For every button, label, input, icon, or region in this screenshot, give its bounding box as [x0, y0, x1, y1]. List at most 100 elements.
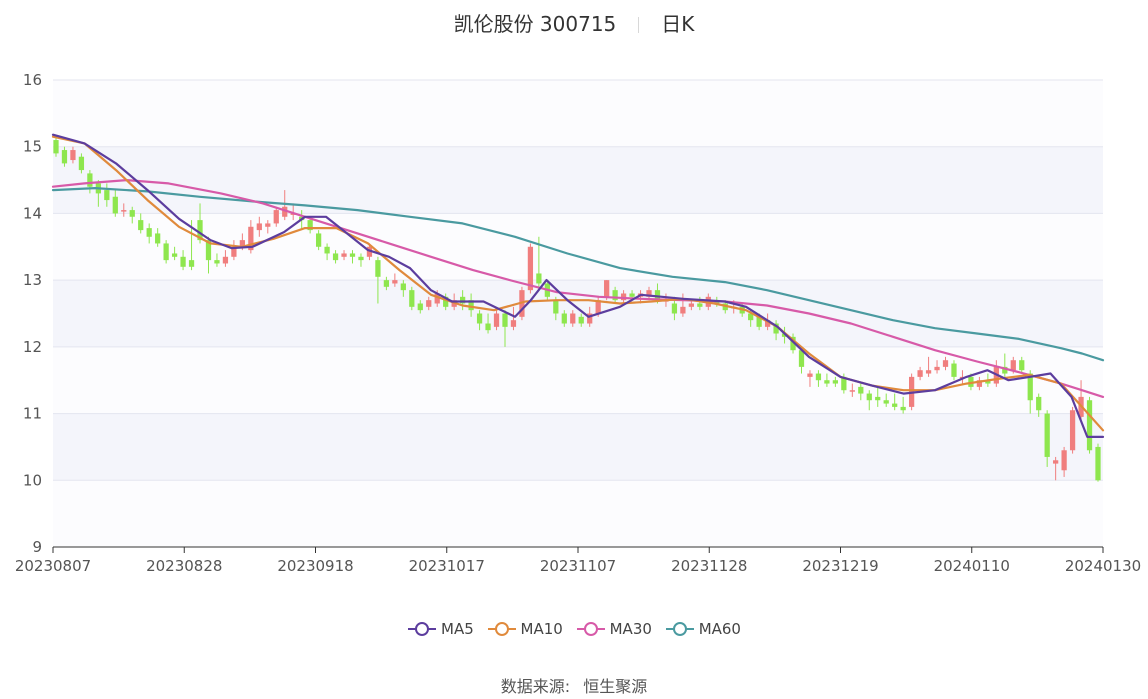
- candle-body: [900, 406, 906, 411]
- candle-body: [315, 233, 322, 247]
- candle-body: [349, 253, 356, 257]
- x-tick-label: 20231107: [540, 557, 616, 575]
- legend-label-ma10: MA10: [520, 620, 563, 638]
- candle-body: [78, 156, 85, 171]
- candle-body: [426, 300, 432, 307]
- candle-body: [265, 223, 271, 227]
- candle-body: [629, 293, 635, 297]
- plot-background: [53, 80, 1103, 547]
- plot-band: [53, 480, 1103, 547]
- candle-body: [375, 260, 381, 277]
- source-label: 数据来源:: [500, 677, 571, 696]
- legend-item-ma60[interactable]: MA60: [665, 620, 741, 638]
- y-tick-label: 9: [32, 538, 42, 556]
- x-tick-label: 20240110: [934, 557, 1010, 575]
- y-tick-label: 12: [23, 338, 42, 356]
- plot-band: [53, 413, 1103, 481]
- candle-body: [383, 280, 390, 287]
- candle-body: [688, 303, 694, 307]
- legend-item-ma5[interactable]: MA5: [407, 620, 474, 638]
- candle-body: [256, 223, 262, 231]
- candle-body: [273, 210, 279, 224]
- x-tick-label: 20231219: [802, 557, 878, 575]
- candle-body: [866, 393, 872, 401]
- x-tick-label: 20230828: [146, 557, 222, 575]
- candle-body: [358, 256, 364, 261]
- y-tick-label: 10: [23, 471, 42, 489]
- candle-body: [697, 303, 703, 307]
- x-tick-label: 20230807: [15, 557, 91, 575]
- data-source: 数据来源: 恒生聚源: [0, 673, 1148, 697]
- candle-body: [341, 253, 347, 257]
- candle-body: [832, 380, 839, 384]
- candle-body: [493, 313, 500, 327]
- candle-body: [332, 253, 339, 261]
- x-tick-label: 20230918: [277, 557, 353, 575]
- legend-item-ma10[interactable]: MA10: [487, 620, 563, 638]
- candle-body: [536, 273, 542, 284]
- legend-marker-icon: [665, 622, 694, 636]
- candle-body: [1019, 360, 1025, 371]
- candle-body: [121, 210, 127, 212]
- candle-body: [409, 290, 415, 307]
- y-tick-label: 11: [23, 405, 42, 423]
- legend: MA5 MA10 MA30 MA60: [0, 620, 1148, 641]
- candle-body: [849, 390, 855, 392]
- candle-body: [917, 370, 923, 377]
- candle-body: [1010, 360, 1016, 371]
- candle-body: [942, 360, 949, 367]
- candle-body: [214, 260, 220, 264]
- candle-body: [1061, 450, 1067, 471]
- x-tick-label: 20231017: [409, 557, 485, 575]
- candle-body: [1095, 446, 1101, 481]
- candle-body: [163, 243, 169, 261]
- source-value: 恒生聚源: [583, 677, 648, 696]
- candle-body: [1044, 413, 1050, 457]
- legend-item-ma30[interactable]: MA30: [576, 620, 652, 638]
- candle-body: [104, 190, 110, 201]
- candle-body: [485, 323, 491, 331]
- candle-body: [875, 396, 881, 401]
- candle-body: [824, 380, 830, 384]
- candle-body: [61, 150, 68, 164]
- y-tick-label: 15: [23, 138, 42, 156]
- x-tick-label: 20240130: [1065, 557, 1141, 575]
- candle-body: [112, 196, 118, 214]
- y-tick-label: 16: [23, 71, 42, 89]
- candle-body: [510, 320, 517, 327]
- candle-body: [934, 366, 940, 371]
- candle-body: [1086, 400, 1093, 451]
- legend-label-ma60: MA60: [698, 620, 741, 638]
- candle-body: [892, 403, 898, 407]
- candle-body: [502, 313, 508, 327]
- legend-marker-icon: [408, 622, 436, 636]
- candle-body: [476, 313, 483, 324]
- candle-body: [188, 260, 195, 267]
- candle-body: [578, 316, 584, 324]
- candle-body: [553, 300, 559, 314]
- plot-band: [53, 280, 1103, 347]
- candlestick-chart: 9 10 11 12 13 14 15 16 20230807 20230828 20230918 2…: [15, 71, 1141, 575]
- candle-body: [807, 373, 813, 377]
- candle-body: [1053, 460, 1059, 464]
- candle-body: [1069, 410, 1076, 451]
- candle-body: [680, 306, 686, 314]
- candle-body: [155, 233, 161, 244]
- legend-label-ma5: MA5: [441, 620, 474, 638]
- candle-body: [815, 373, 822, 381]
- candle-body: [925, 370, 932, 374]
- legend-marker-icon: [576, 622, 605, 636]
- y-tick-label: 14: [23, 204, 42, 222]
- candle-body: [858, 386, 864, 394]
- candle-body: [87, 173, 93, 187]
- candle-body: [570, 313, 576, 324]
- candle-body: [604, 280, 610, 297]
- candle-body: [171, 253, 178, 257]
- plot-band: [53, 146, 1103, 214]
- candle-body: [400, 283, 406, 291]
- candle-body: [951, 363, 957, 377]
- candle-body: [883, 400, 889, 404]
- y-tick-label: 13: [23, 271, 42, 289]
- legend-label-ma30: MA30: [609, 620, 652, 638]
- candle-body: [671, 303, 678, 314]
